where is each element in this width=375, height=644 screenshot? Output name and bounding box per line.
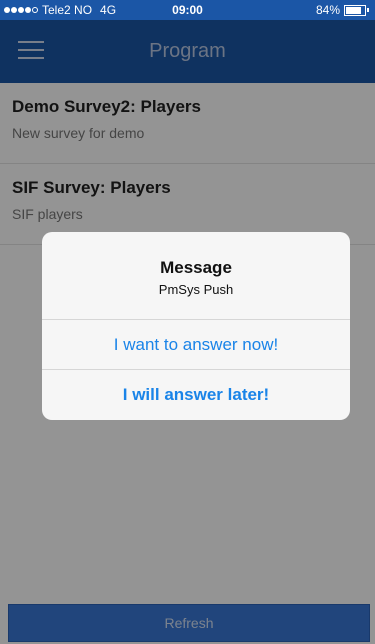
answer-later-button[interactable]: I will answer later! xyxy=(42,370,350,420)
status-bar: Tele2 NO 4G 09:00 84% xyxy=(0,0,375,20)
dialog-message: PmSys Push xyxy=(158,282,234,297)
battery-icon xyxy=(344,4,366,16)
carrier-label: Tele2 NO xyxy=(42,3,93,17)
message-dialog: Message PmSys Push I want to answer now!… xyxy=(42,232,350,420)
dialog-header: Message PmSys Push xyxy=(42,232,350,320)
battery-indicator: 84% xyxy=(316,3,369,17)
network-label: 4G xyxy=(100,3,117,17)
battery-percent: 84% xyxy=(315,3,340,17)
dialog-title: Message xyxy=(160,258,232,277)
signal-strength-icon xyxy=(4,7,39,13)
answer-now-button[interactable]: I want to answer now! xyxy=(42,320,350,370)
